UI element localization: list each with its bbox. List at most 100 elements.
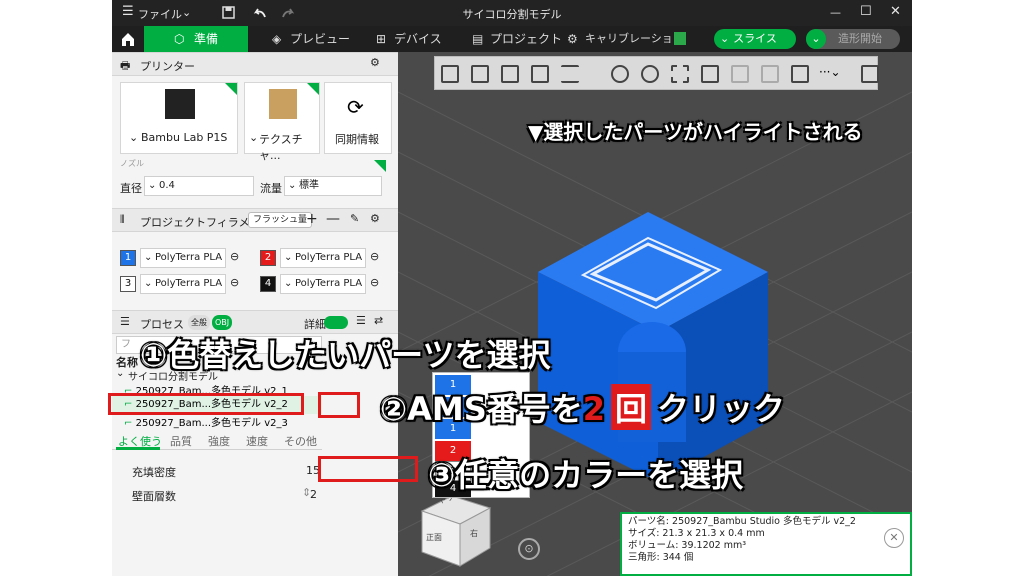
sync-button[interactable]: ⟳ 同期情報 xyxy=(324,82,392,154)
compare-icon[interactable]: ⇄ xyxy=(374,314,383,327)
detail-toggle[interactable] xyxy=(324,316,348,329)
close-icon[interactable]: ✕ xyxy=(884,528,904,548)
more-icon[interactable]: ⊖ xyxy=(230,276,239,289)
project-icon: ▤ xyxy=(472,32,484,46)
cut-icon[interactable] xyxy=(731,65,749,83)
layers-icon: ◈ xyxy=(272,32,282,46)
tab-strength[interactable]: 強度 xyxy=(208,433,230,449)
list-icon[interactable]: ☰ xyxy=(356,314,366,327)
filament-slot-1-number[interactable]: 1 xyxy=(120,250,136,266)
printer-card[interactable]: ⌄ Bambu Lab P1S xyxy=(120,82,238,154)
tab-others[interactable]: その他 xyxy=(284,433,317,449)
more-icon[interactable]: ⊖ xyxy=(370,250,379,263)
slice-button[interactable]: ⌄ スライス xyxy=(714,29,796,49)
highlight-box-ams xyxy=(318,392,360,418)
save-icon[interactable] xyxy=(222,6,235,19)
filament-slot-1-select[interactable]: ⌄ PolyTerra PLA xyxy=(140,248,226,268)
toggle-global[interactable]: 全般 xyxy=(188,315,210,330)
object-row-3[interactable]: ⌐ 250927_Bam...多色モデル v2_3 xyxy=(124,414,320,429)
flow-select[interactable]: ⌄ 標準 xyxy=(284,176,382,196)
nav-cube-right-label: 右 xyxy=(470,529,478,538)
filament-slot-2-select[interactable]: ⌄ PolyTerra PLA xyxy=(280,248,366,268)
add-object-icon[interactable] xyxy=(441,65,459,83)
home-icon[interactable] xyxy=(120,31,136,47)
flush-button[interactable]: フラッシュ量 xyxy=(248,212,313,228)
tab-prepare-label: 準備 xyxy=(194,32,219,46)
chevron-down-icon: ⌄ xyxy=(249,131,259,144)
move-icon[interactable] xyxy=(611,65,629,83)
more-icon[interactable]: ⊖ xyxy=(370,276,379,289)
assembly-icon[interactable] xyxy=(861,65,879,83)
wall-label: 壁面層数 xyxy=(132,490,176,503)
toggle-object[interactable]: OBJ xyxy=(212,315,233,330)
scale-icon[interactable] xyxy=(671,65,689,83)
diameter-value: 0.4 xyxy=(159,180,175,191)
left-panel: 🖶 プリンター ⚙ ⌄ Bambu Lab P1S ⌄ テクスチャ... ⟳ 同… xyxy=(112,52,398,576)
chevron-down-icon: ⌄ xyxy=(284,278,293,289)
grid-icon[interactable] xyxy=(471,65,489,83)
filament-slot-4-select[interactable]: ⌄ PolyTerra PLA xyxy=(280,274,366,294)
auto-orient-icon[interactable] xyxy=(501,65,519,83)
settings-tabs: よく使う 品質 強度 速度 その他 xyxy=(112,430,322,450)
search-text: フ xyxy=(121,339,131,350)
corner-flag-icon xyxy=(225,83,237,95)
plate-card[interactable]: ⌄ テクスチャ... xyxy=(244,82,320,162)
settings-icon[interactable]: ⚙ xyxy=(370,212,380,225)
print-button[interactable]: ⌄ 造形開始 xyxy=(806,29,900,49)
tab-device[interactable]: ⊞ デバイス xyxy=(376,26,456,52)
title-bar: ☰ ファイル ⌄ サイコロ分割モデル — ☐ ✕ xyxy=(112,0,912,26)
plate-image xyxy=(269,89,297,119)
chevron-down-icon: ⌄ xyxy=(129,131,139,144)
nav-cube-front-label: 正面 xyxy=(426,533,442,542)
tab-quality[interactable]: 品質 xyxy=(170,433,192,449)
arrange-icon[interactable] xyxy=(531,65,549,83)
more-tools-icon[interactable]: ···⌄ xyxy=(819,65,841,79)
plate-name: テクスチャ... xyxy=(259,133,303,162)
undo-icon[interactable] xyxy=(252,6,266,19)
filament-slot-3-select[interactable]: ⌄ PolyTerra PLA xyxy=(140,274,226,294)
lay-on-face-icon[interactable] xyxy=(701,65,719,83)
close-icon[interactable]: ✕ xyxy=(890,4,901,19)
tab-prepare[interactable]: ⬡ 準備 xyxy=(144,26,248,52)
filament-slot-2-number[interactable]: 2 xyxy=(260,250,276,266)
minus-icon[interactable]: — xyxy=(326,211,340,227)
annotation-step1: ①色替えしたいパーツを選択 xyxy=(140,336,551,374)
diameter-select[interactable]: ⌄ 0.4 xyxy=(144,176,254,196)
printer-icon: 🖶 xyxy=(120,59,131,72)
filament-icon: ⫴ xyxy=(120,213,125,226)
minimize-icon[interactable]: — xyxy=(830,6,841,19)
edit-icon[interactable]: ✎ xyxy=(350,212,359,225)
annotation-highlight: ▼選択したパーツがハイライトされる xyxy=(528,120,863,144)
camera-view-icon[interactable]: ⊙ xyxy=(518,538,540,560)
info-volume: ボリューム: 39.1202 mm³ xyxy=(628,540,747,551)
redo-icon[interactable] xyxy=(282,6,296,19)
printer-model: Bambu Lab P1S xyxy=(141,131,228,144)
plus-icon[interactable]: + xyxy=(306,211,318,227)
wall-value[interactable]: 2 xyxy=(310,488,317,501)
chevron-down-icon[interactable]: ⌄ xyxy=(182,6,191,19)
tab-speed[interactable]: 速度 xyxy=(246,433,268,449)
hamburger-icon[interactable]: ☰ xyxy=(122,4,134,19)
info-part-name: パーツ名: 250927_Bambu Studio 多色モデル v2_2 xyxy=(628,516,856,527)
chevron-down-icon: ⌄ xyxy=(720,32,730,45)
dice-model[interactable] xyxy=(498,152,828,492)
settings-icon[interactable]: ⚙ xyxy=(370,56,380,69)
cube-icon: ⬡ xyxy=(174,32,185,46)
maximize-icon[interactable]: ☐ xyxy=(860,4,872,19)
filament-slot-3-number[interactable]: 3 xyxy=(120,276,136,292)
more-icon[interactable]: ⊖ xyxy=(230,250,239,263)
file-menu[interactable]: ファイル xyxy=(138,6,182,22)
tab-preview[interactable]: ◈ プレビュー xyxy=(272,26,352,52)
layers-icon[interactable] xyxy=(561,65,579,83)
boolean-icon[interactable] xyxy=(791,65,809,83)
notes-icon[interactable] xyxy=(674,32,686,45)
chevron-down-icon[interactable]: ⌄ xyxy=(116,368,124,379)
flow-value: 標準 xyxy=(299,180,319,191)
support-paint-icon[interactable] xyxy=(761,65,779,83)
tab-calibration[interactable]: ⚙ キャリブレーション xyxy=(567,26,677,71)
chevron-down-icon: ⌄ xyxy=(148,180,157,191)
filament-slot-2-name: PolyTerra PLA xyxy=(295,252,363,263)
rotate-icon[interactable] xyxy=(641,65,659,83)
filament-slot-4-number[interactable]: 4 xyxy=(260,276,276,292)
tab-project[interactable]: ▤ プロジェクト xyxy=(472,26,562,52)
